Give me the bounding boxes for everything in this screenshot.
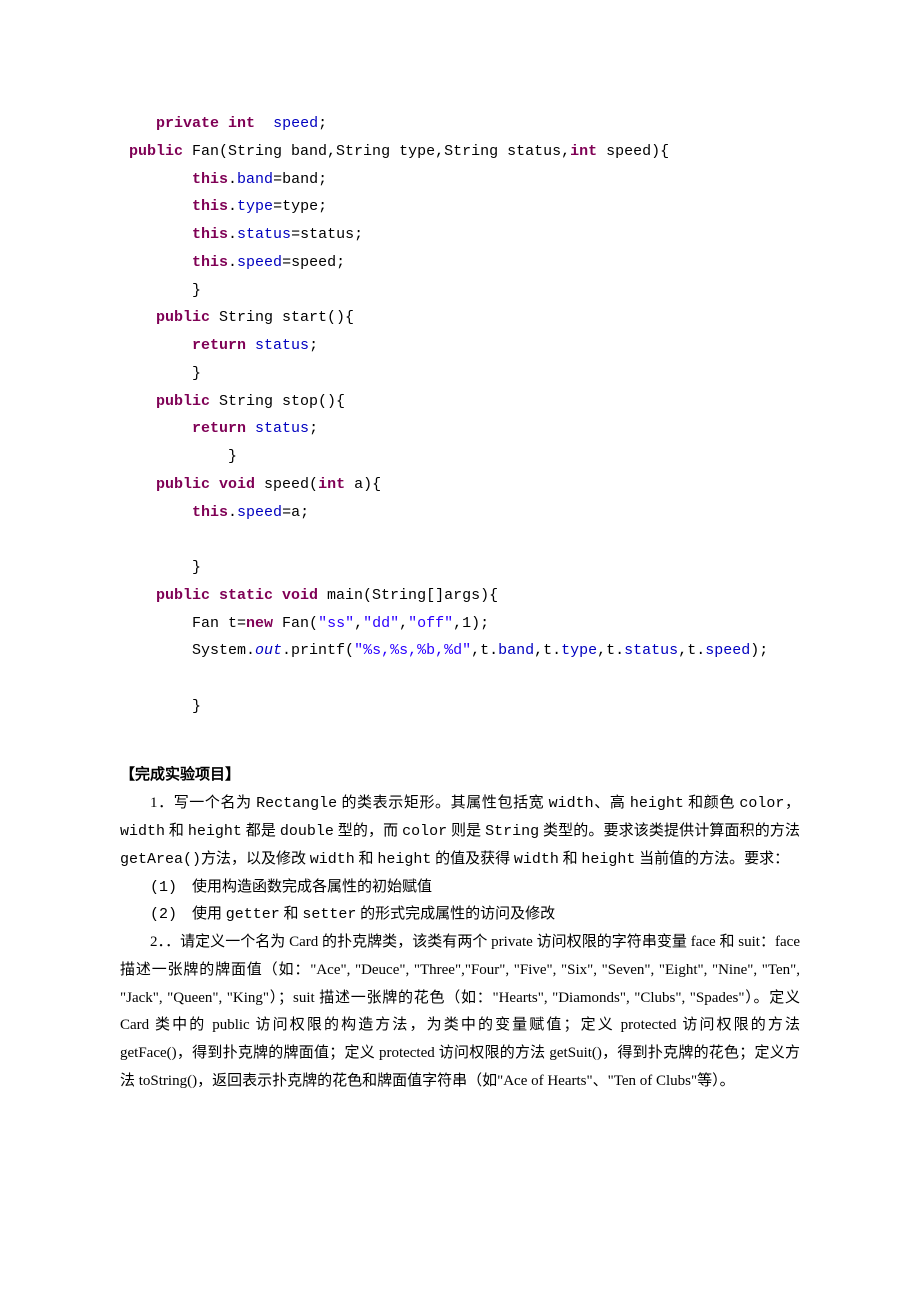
problem-1: 1．写一个名为 Rectangle 的类表示矩形。其属性包括宽 width、高 …	[120, 790, 800, 873]
text: 的类表示矩形。其属性包括宽	[337, 795, 549, 811]
text: 的值及获得	[431, 851, 514, 867]
code-color: color	[402, 823, 447, 840]
code-getter: getter	[226, 906, 280, 923]
code-double: double	[280, 823, 334, 840]
text: 方法，以及修改	[201, 851, 310, 867]
code-height: height	[630, 795, 684, 812]
code-setter: setter	[302, 906, 356, 923]
text: 和	[355, 851, 378, 867]
text: 类型的。要求该类提供计算面积的方法	[539, 823, 800, 839]
text: 型的，而	[334, 823, 402, 839]
text: 和	[280, 906, 303, 922]
text: 1．写一个名为	[150, 795, 256, 811]
code-height: height	[188, 823, 242, 840]
code-height: height	[377, 851, 431, 868]
list-item-2: (2) 使用 getter 和 setter 的形式完成属性的访问及修改	[120, 901, 800, 929]
code-string: String	[485, 823, 539, 840]
code-height: height	[581, 851, 635, 868]
section-heading: 【完成实验项目】	[120, 761, 800, 789]
code-getarea: getArea()	[120, 851, 201, 868]
code-width: width	[549, 795, 594, 812]
text: 都是	[242, 823, 280, 839]
list-item-1: (1) 使用构造函数完成各属性的初始赋值	[120, 874, 800, 902]
text: 、高	[594, 795, 630, 811]
text: 和	[165, 823, 188, 839]
problem-2: 2．．请定义一个名为 Card 的扑克牌类，该类有两个 private 访问权限…	[120, 929, 800, 1096]
code-rectangle: Rectangle	[256, 795, 337, 812]
list-text: 使用构造函数完成各属性的初始赋值	[192, 879, 432, 895]
list-number: (2)	[150, 906, 177, 923]
text: 和	[559, 851, 582, 867]
text: 使用	[192, 906, 226, 922]
text: ，	[784, 795, 800, 811]
java-code-block: private int speed; public Fan(String ban…	[120, 110, 800, 721]
list-number: (1)	[150, 879, 177, 896]
text: 当前值的方法。要求：	[635, 851, 789, 867]
text: 和颜色	[684, 795, 740, 811]
code-width: width	[310, 851, 355, 868]
text: 的形式完成属性的访问及修改	[356, 906, 555, 922]
code-width: width	[120, 823, 165, 840]
code-color: color	[739, 795, 784, 812]
prose-section: 【完成实验项目】 1．写一个名为 Rectangle 的类表示矩形。其属性包括宽…	[120, 761, 800, 1096]
code-width: width	[514, 851, 559, 868]
text: 则是	[447, 823, 485, 839]
